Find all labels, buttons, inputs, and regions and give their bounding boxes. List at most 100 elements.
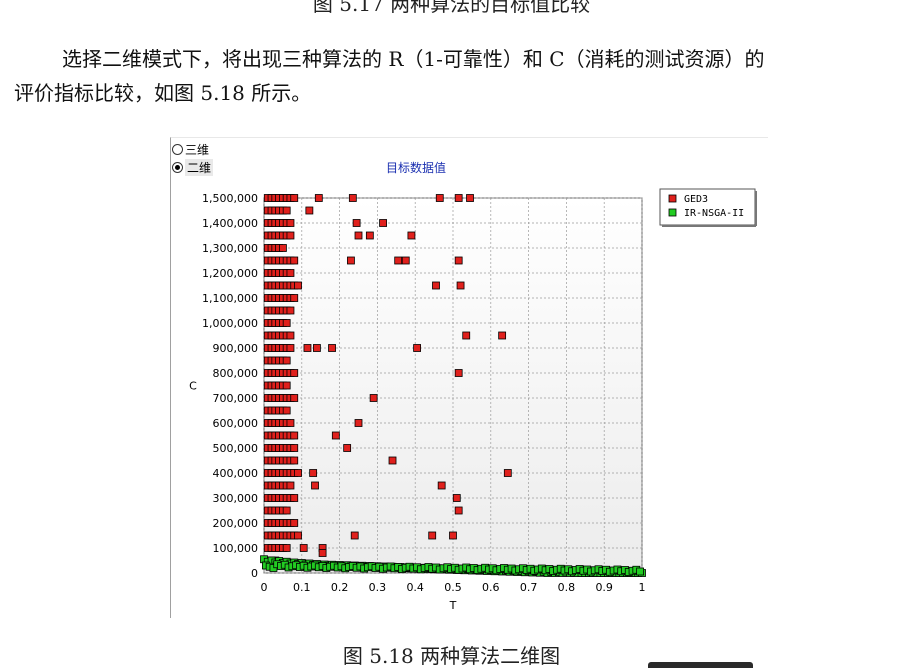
ged3-point bbox=[282, 356, 291, 365]
y-tick-label: 500,000 bbox=[213, 442, 259, 455]
y-tick-label: 1,000,000 bbox=[202, 317, 258, 330]
ged3-point bbox=[290, 456, 299, 465]
y-tick-label: 900,000 bbox=[213, 342, 259, 355]
y-tick-label: 1,300,000 bbox=[202, 242, 258, 255]
x-tick-label: 0.3 bbox=[369, 581, 387, 594]
y-tick-label: 1,500,000 bbox=[202, 192, 258, 205]
ged3-point bbox=[290, 256, 299, 265]
chart-panel: 三维 二维 目标数据值 0 100,000 200,000 300,000 400,000… bbox=[170, 137, 768, 618]
ged3-point bbox=[454, 506, 463, 515]
ged3-point bbox=[290, 394, 299, 402]
ged3-point bbox=[428, 531, 437, 540]
figure-5-18-caption: 图 5.18 两种算法二维图 bbox=[342, 644, 561, 668]
y-tick-label: 1,400,000 bbox=[202, 217, 258, 230]
x-tick-label: 0.2 bbox=[331, 581, 349, 594]
ged3-point bbox=[282, 544, 291, 552]
ged3-point bbox=[305, 206, 314, 215]
ged3-point bbox=[456, 281, 465, 290]
ged3-point bbox=[466, 194, 474, 202]
ged3-point bbox=[452, 494, 461, 502]
taskbar-fragment bbox=[648, 662, 753, 668]
ged3-point bbox=[311, 481, 319, 490]
ged3-point bbox=[282, 206, 291, 215]
ir-nsga-ii-point bbox=[636, 567, 645, 576]
ged3-point bbox=[286, 306, 295, 315]
ged3-point bbox=[454, 369, 463, 377]
y-tick-label: 400,000 bbox=[213, 467, 259, 480]
ged3-point bbox=[437, 481, 446, 490]
ged3-point bbox=[309, 469, 318, 477]
x-tick-label: 0.9 bbox=[595, 581, 613, 594]
legend-swatch bbox=[668, 194, 677, 203]
ged3-point bbox=[454, 194, 463, 202]
ged3-point bbox=[282, 506, 291, 515]
ged3-point bbox=[328, 344, 336, 352]
ged3-point bbox=[286, 219, 295, 227]
ged3-point bbox=[350, 531, 359, 540]
ged3-point bbox=[299, 544, 308, 552]
x-axis-label: T bbox=[449, 599, 457, 612]
ged3-point bbox=[286, 344, 295, 352]
y-tick-label: 600,000 bbox=[213, 417, 259, 430]
y-tick-label: 200,000 bbox=[213, 517, 259, 530]
ged3-point bbox=[290, 194, 299, 202]
ged3-point bbox=[294, 469, 302, 477]
ged3-point bbox=[294, 531, 302, 540]
ged3-point bbox=[432, 281, 440, 290]
x-tick-label: 0.6 bbox=[482, 581, 500, 594]
x-tick-label: 0 bbox=[261, 581, 268, 594]
y-tick-label: 1,200,000 bbox=[202, 267, 258, 280]
ged3-point bbox=[290, 369, 299, 377]
ged3-point bbox=[286, 419, 295, 427]
x-tick-label: 0.5 bbox=[444, 581, 462, 594]
body-paragraph: 选择二维模式下，将出现三种算法的 R（1-可靠性）和 C（消耗的测试资源）的 评… bbox=[14, 42, 894, 110]
paragraph-line-2: 评价指标比较，如图 5.18 所示。 bbox=[14, 81, 312, 105]
legend-swatch bbox=[668, 208, 677, 217]
paragraph-line-1: 选择二维模式下，将出现三种算法的 R（1-可靠性）和 C（消耗的测试资源）的 bbox=[62, 47, 765, 71]
ged3-point bbox=[303, 344, 312, 352]
ged3-point bbox=[290, 294, 299, 302]
y-axis-label: C bbox=[189, 380, 197, 393]
ged3-point bbox=[413, 344, 421, 352]
ged3-point bbox=[318, 549, 327, 557]
ged3-point bbox=[290, 444, 299, 452]
x-tick-label: 1 bbox=[639, 581, 646, 594]
ged3-point bbox=[314, 194, 323, 202]
y-tick-label: 800,000 bbox=[213, 367, 259, 380]
ged3-point bbox=[286, 331, 295, 340]
ged3-point bbox=[365, 231, 374, 240]
ged3-point bbox=[454, 256, 463, 265]
ged3-point bbox=[388, 456, 397, 465]
ged3-point bbox=[462, 331, 471, 340]
y-tick-label: 300,000 bbox=[213, 492, 259, 505]
ged3-point bbox=[348, 194, 357, 202]
ged3-point bbox=[290, 431, 299, 440]
ged3-point bbox=[435, 194, 444, 202]
ged3-point bbox=[294, 281, 302, 290]
ged3-point bbox=[282, 381, 291, 390]
ged3-point bbox=[449, 531, 457, 540]
ged3-point bbox=[286, 231, 295, 240]
x-tick-label: 0.1 bbox=[293, 581, 311, 594]
scatter-chart: 目标数据值 0 100,000 200,000 300,000 400,000 500,00… bbox=[189, 160, 757, 612]
chart-title: 目标数据值 bbox=[386, 160, 446, 175]
legend-label: GED3 bbox=[684, 194, 708, 205]
ged3-point bbox=[407, 231, 416, 240]
ged3-point bbox=[394, 256, 403, 265]
ged3-point bbox=[286, 481, 295, 490]
ged3-point bbox=[352, 219, 361, 227]
ged3-point bbox=[331, 431, 340, 440]
ged3-point bbox=[379, 219, 387, 227]
ged3-point bbox=[313, 344, 321, 352]
ged3-point bbox=[286, 269, 295, 277]
y-tick-label: 0 bbox=[251, 567, 258, 580]
legend-label: IR-NSGA-II bbox=[684, 208, 744, 219]
ged3-point bbox=[354, 419, 363, 427]
ged3-point bbox=[503, 469, 512, 477]
ged3-point bbox=[290, 494, 299, 502]
ged3-point bbox=[282, 319, 291, 327]
x-tick-label: 0.8 bbox=[558, 581, 576, 594]
x-tick-label: 0.7 bbox=[520, 581, 538, 594]
y-tick-label: 100,000 bbox=[213, 542, 259, 555]
y-tick-label: 700,000 bbox=[213, 392, 259, 405]
